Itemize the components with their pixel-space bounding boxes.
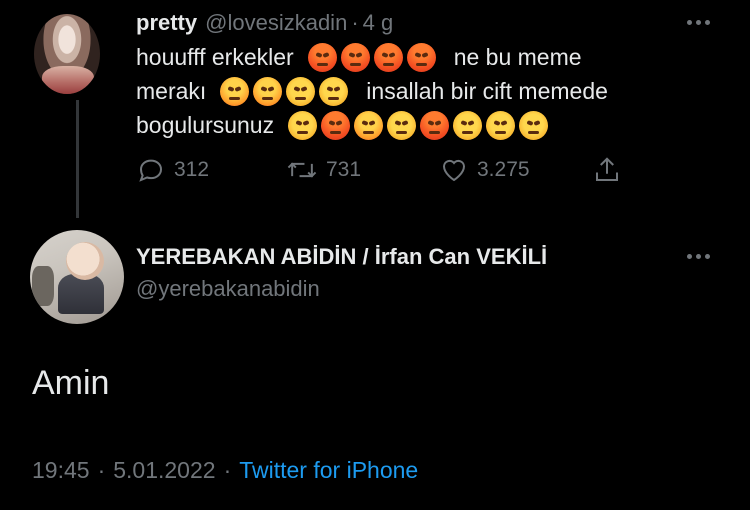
more-options-icon[interactable] <box>680 12 716 32</box>
angry-face-icon <box>420 110 450 140</box>
angry-face-icon <box>220 76 250 106</box>
tweet-metadata: 19:45 · 5.01.2022 · Twitter for iPhone <box>32 452 418 488</box>
retweet-button[interactable]: 731 <box>286 150 361 190</box>
separator: · <box>351 10 359 35</box>
angry-face-icon <box>253 76 283 106</box>
tweet-thread: pretty @lovesizkadin · 4 g houufff erkek… <box>0 0 750 510</box>
tweet-text: houufff erkekler <box>136 43 294 70</box>
tweet-text: Amin <box>32 363 110 402</box>
avatar[interactable] <box>34 14 100 94</box>
share-icon <box>596 157 618 181</box>
avatar-torso <box>42 66 94 94</box>
tweet-text: ne bu meme <box>453 43 582 70</box>
tweet-text-line: houufff erkekler ne bu meme <box>136 40 582 74</box>
separator: · <box>97 456 106 483</box>
steam-face-icon <box>288 110 318 140</box>
tweet-text: insallah bir cift memede <box>366 77 608 104</box>
avatar-toy <box>32 266 54 306</box>
angry-face-icon <box>373 42 403 72</box>
angry-face-icon <box>307 42 337 72</box>
tweet-source-link[interactable]: Twitter for iPhone <box>239 457 418 484</box>
like-button[interactable]: 3.275 <box>439 150 530 190</box>
display-name[interactable]: YEREBAKAN ABİDİN / İrfan Can VEKİLİ <box>136 240 547 274</box>
tweet-header: pretty @lovesizkadin · 4 g <box>136 6 393 40</box>
steam-face-icon <box>387 110 417 140</box>
separator: · <box>223 456 232 483</box>
avatar-body <box>58 274 104 314</box>
heart-icon <box>442 159 466 182</box>
retweet-icon <box>287 162 317 178</box>
handle[interactable]: @yerebakanabidin <box>136 272 320 306</box>
tweet-date[interactable]: 5.01.2022 <box>113 457 215 484</box>
angry-face-icon <box>321 110 351 140</box>
steam-face-icon <box>519 110 549 140</box>
reply-icon <box>139 159 163 182</box>
avatar-head <box>66 242 104 280</box>
like-count: 3.275 <box>477 158 530 181</box>
tweet-text-line: merakı insallah bir cift memede <box>136 74 608 108</box>
angry-face-icon <box>354 110 384 140</box>
display-name[interactable]: pretty <box>136 10 197 36</box>
steam-face-icon <box>486 110 516 140</box>
angry-face-icon <box>340 42 370 72</box>
retweet-count: 731 <box>326 158 362 181</box>
steam-face-icon <box>319 76 349 106</box>
angry-face-icon <box>406 42 436 72</box>
reply-count: 312 <box>174 158 210 181</box>
thread-connector-line <box>76 100 79 218</box>
more-options-icon[interactable] <box>680 246 716 266</box>
handle[interactable]: @lovesizkadin <box>205 10 347 36</box>
steam-face-icon <box>453 110 483 140</box>
tweet-text-line: bogulursunuz <box>136 108 552 142</box>
reply-button[interactable]: 312 <box>136 150 209 190</box>
avatar[interactable] <box>30 230 124 324</box>
share-button[interactable] <box>592 150 622 190</box>
tweet-text: merakı <box>136 77 207 104</box>
timestamp[interactable]: 4 g <box>363 10 394 36</box>
tweet-actions: 312 731 3.275 <box>136 150 636 190</box>
tweet-text: bogulursunuz <box>136 111 275 138</box>
tweet-time[interactable]: 19:45 <box>32 457 90 484</box>
steam-face-icon <box>286 76 316 106</box>
